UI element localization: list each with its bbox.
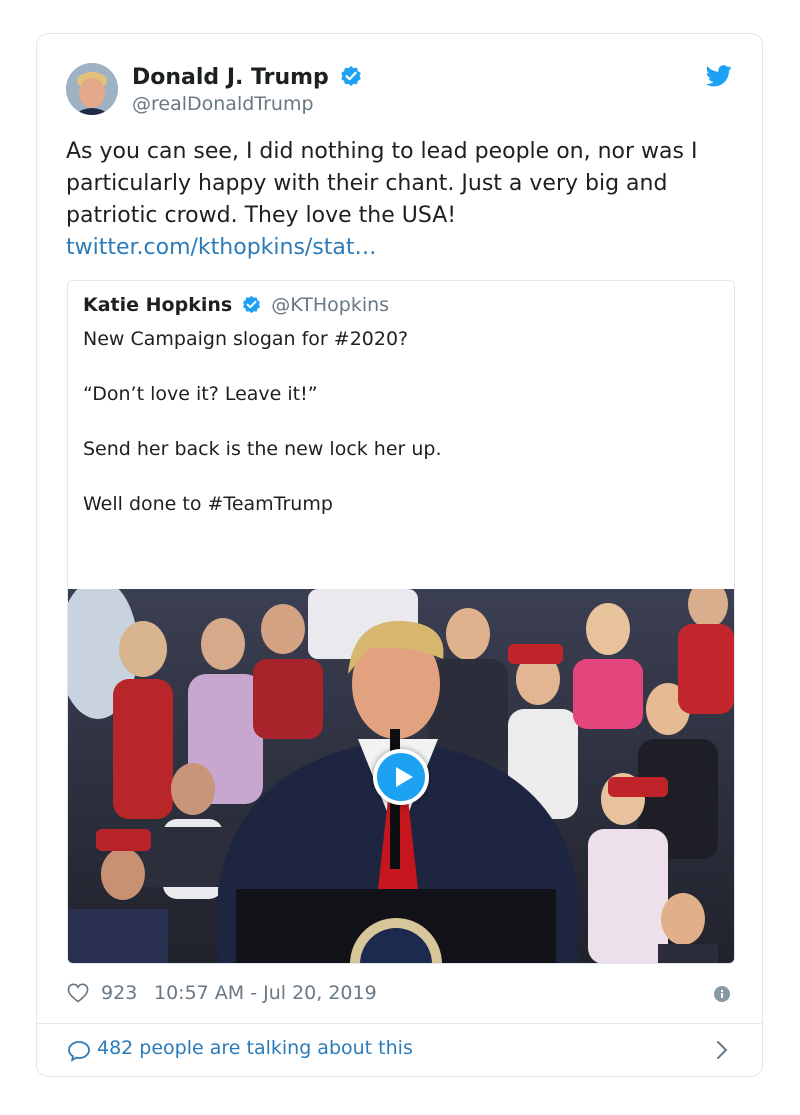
tweet-text: As you can see, I did nothing to lead pe… (66, 136, 736, 264)
quoted-tweet-header: Katie Hopkins @KTHopkins (83, 294, 389, 319)
quoted-line: Well done to #TeamTrump (83, 493, 333, 515)
author-avatar[interactable] (66, 63, 118, 115)
verified-badge-icon (242, 295, 261, 319)
author-handle[interactable]: @realDonaldTrump (132, 93, 314, 115)
heart-icon (67, 983, 89, 1003)
quoted-author-handle[interactable]: @KTHopkins (271, 294, 389, 316)
like-action[interactable]: 923 (67, 982, 137, 1004)
tweet-link[interactable]: twitter.com/kthopkins/stat… (66, 232, 736, 264)
twitter-bird-icon[interactable] (705, 65, 732, 91)
tweet-card: Donald J. Trump @realDonaldTrump As you … (36, 33, 763, 1077)
speech-bubble-icon (68, 1041, 90, 1062)
video-thumbnail[interactable] (68, 589, 734, 963)
verified-badge-icon (340, 65, 362, 93)
quoted-line: “Don’t love it? Leave it!” (83, 383, 318, 405)
footer-divider (37, 1023, 762, 1024)
quoted-tweet-text: New Campaign slogan for #2020? “Don’t lo… (83, 325, 713, 545)
conversation-link[interactable]: 482 people are talking about this (67, 1037, 734, 1065)
info-icon[interactable] (714, 985, 730, 1007)
quoted-line: Send her back is the new lock her up. (83, 438, 442, 460)
play-button[interactable] (373, 749, 429, 805)
like-count: 923 (101, 982, 138, 1004)
conversation-label[interactable]: 482 people are talking about this (97, 1037, 413, 1059)
quoted-author-name[interactable]: Katie Hopkins (83, 294, 232, 316)
tweet-body: As you can see, I did nothing to lead pe… (66, 139, 698, 228)
tweet-header: Donald J. Trump @realDonaldTrump (66, 63, 734, 119)
play-icon (396, 767, 413, 787)
author-name-text[interactable]: Donald J. Trump (132, 65, 329, 90)
tweet-timestamp[interactable]: 10:57 AM - Jul 20, 2019 (154, 982, 377, 1004)
author-name[interactable]: Donald J. Trump (132, 65, 362, 93)
tweet-footer: 923 10:57 AM - Jul 20, 2019 (67, 982, 734, 1010)
chevron-right-icon (717, 1041, 728, 1059)
quoted-line: New Campaign slogan for #2020? (83, 328, 409, 350)
quoted-tweet[interactable]: Katie Hopkins @KTHopkins New Campaign sl… (67, 280, 735, 964)
